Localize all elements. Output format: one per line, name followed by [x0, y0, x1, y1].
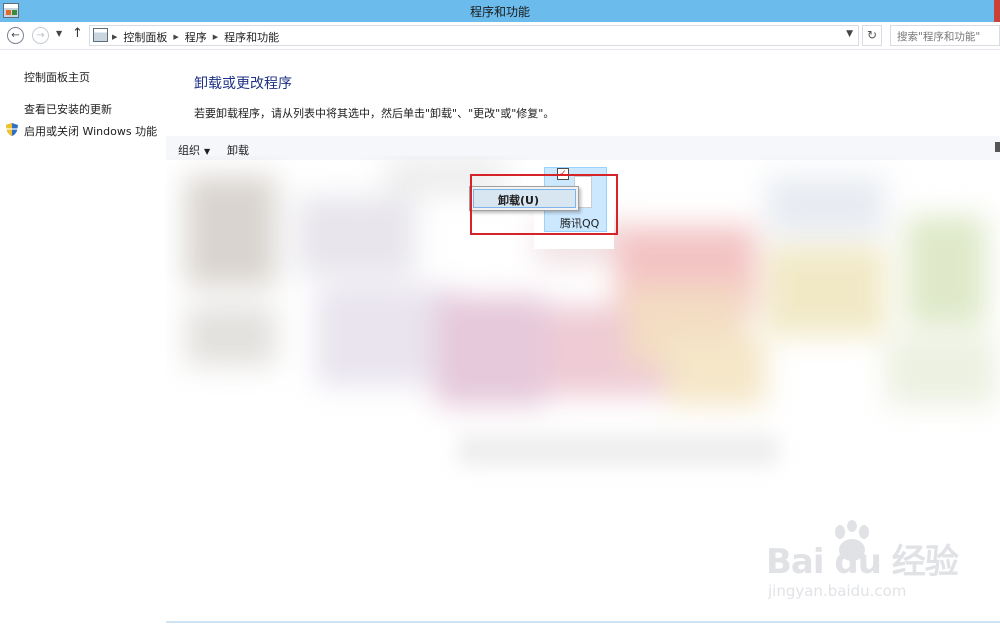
refresh-button[interactable]: ↻	[862, 25, 882, 46]
title-bar: 程序和功能	[0, 0, 1000, 22]
control-panel-icon	[93, 28, 108, 42]
view-options-icon[interactable]	[995, 142, 1000, 152]
chevron-down-icon: ▼	[846, 29, 853, 39]
close-button[interactable]	[994, 0, 1000, 22]
back-button[interactable]: ←	[7, 27, 24, 44]
sidebar: 控制面板主页 查看已安装的更新 启用或关闭 Windows 功能	[0, 51, 165, 625]
watermark-brand: Bai du 经验	[766, 542, 959, 582]
sidebar-item-installed-updates[interactable]: 查看已安装的更新	[24, 101, 112, 117]
refresh-icon: ↻	[866, 28, 878, 42]
chevron-right-icon[interactable]: ▶	[112, 33, 117, 41]
path-history-dropdown[interactable]: ▼	[846, 29, 853, 39]
chevron-down-icon: ▼	[204, 147, 211, 156]
search-input[interactable]: 搜索"程序和功能"	[890, 25, 1000, 46]
breadcrumb-programs-and-features[interactable]: 程序和功能	[224, 29, 279, 45]
breadcrumb-programs[interactable]: 程序	[185, 29, 207, 45]
chevron-right-icon[interactable]: ▶	[173, 33, 178, 41]
chevron-down-icon: ▼	[56, 29, 63, 38]
arrow-up-icon: ↑	[72, 26, 83, 41]
breadcrumb: ▶ 控制面板 ▶ 程序 ▶ 程序和功能	[112, 29, 279, 45]
annotation-highlight-box	[470, 174, 618, 235]
address-bar: ← → ▼ ↑ ▶ 控制面板 ▶ 程序 ▶ 程序和功能 ▼ ↻ 搜索"程序和功能…	[0, 22, 1000, 50]
page-title: 卸载或更改程序	[194, 76, 292, 92]
blurred-list-edge	[458, 435, 778, 465]
uac-shield-icon	[6, 123, 18, 136]
recent-locations-dropdown[interactable]: ▼	[56, 29, 62, 38]
watermark-url: jingyan.baidu.com	[768, 582, 907, 600]
sidebar-item-control-panel-home[interactable]: 控制面板主页	[24, 69, 90, 85]
forward-button[interactable]: →	[32, 27, 49, 44]
window-title: 程序和功能	[469, 5, 530, 19]
sidebar-item-windows-features[interactable]: 启用或关闭 Windows 功能	[24, 123, 157, 139]
page-description: 若要卸载程序，请从列表中将其选中，然后单击"卸载"、"更改"或"修复"。	[194, 107, 555, 120]
baidu-watermark: Bai du 经验 jingyan.baidu.com	[760, 520, 959, 610]
status-divider	[166, 621, 1000, 623]
address-path[interactable]: ▶ 控制面板 ▶ 程序 ▶ 程序和功能 ▼	[89, 25, 859, 46]
up-button[interactable]: ↑	[72, 26, 83, 41]
arrow-right-icon: →	[36, 30, 45, 41]
arrow-left-icon: ←	[11, 30, 20, 41]
chevron-right-icon[interactable]: ▶	[213, 33, 218, 41]
breadcrumb-control-panel[interactable]: 控制面板	[123, 29, 167, 45]
